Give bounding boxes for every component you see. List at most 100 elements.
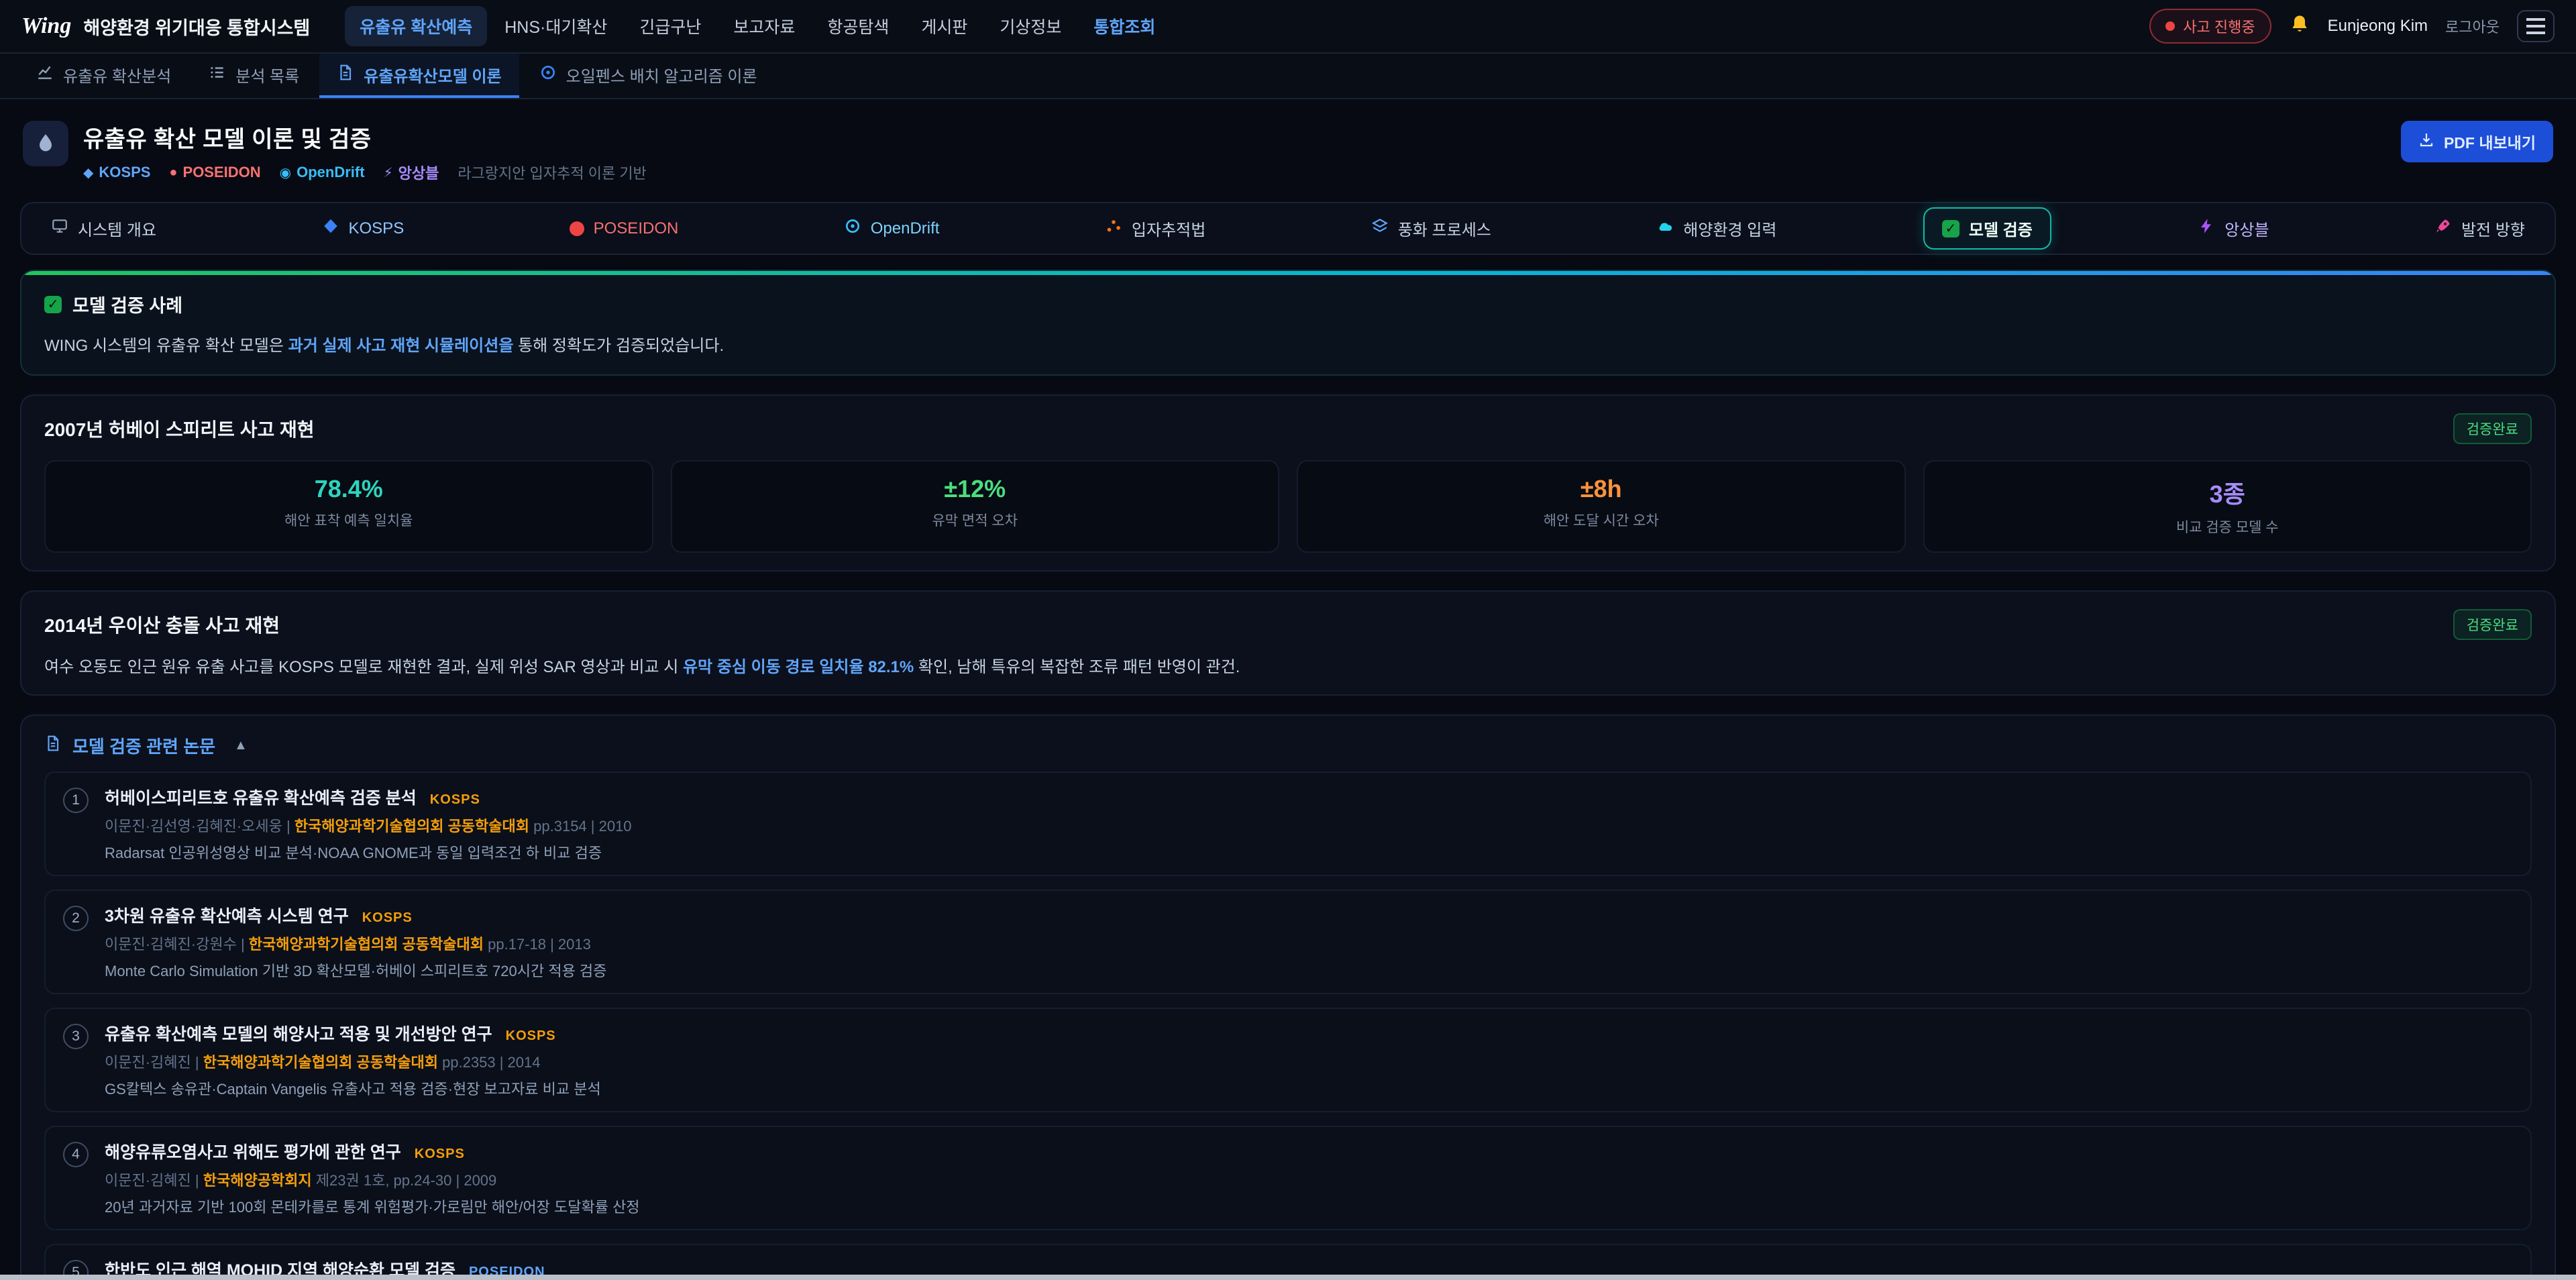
paper-row[interactable]: 4 해양유류오염사고 위해도 평가에 관한 연구KOSPS 이문진·김혜진 | …	[44, 1126, 2532, 1230]
paper-description: Radarsat 인공위성영상 비교 분석·NOAA GNOME과 동일 입력조…	[105, 841, 632, 863]
verified-badge: 검증완료	[2453, 609, 2532, 640]
nav-item-hns-dispersion[interactable]: HNS·대기확산	[490, 6, 622, 46]
collapse-icon[interactable]: ▲	[234, 738, 248, 753]
rocket-icon	[2434, 217, 2452, 239]
paper-journal: 한국해양과학기술협의회 공동학술대회	[249, 936, 484, 953]
bell-icon	[2289, 13, 2310, 40]
section-tab-ensemble[interactable]: 앙상블	[2179, 207, 2288, 250]
stats-grid: 78.4% 해안 표착 예측 일치율 ±12% 유막 면적 오차 ±8h 해안 …	[44, 460, 2532, 553]
stat-label: 해안 표착 예측 일치율	[56, 510, 641, 530]
stat-label: 유막 면적 오차	[683, 510, 1268, 530]
model-tag-ensemble: ⚡앙상블	[384, 162, 439, 183]
chart-icon	[36, 64, 54, 86]
file-icon	[44, 735, 62, 757]
app-window: Wing 해양환경 위기대응 통합시스템 유출유 확산예측 HNS·대기확산 긴…	[0, 0, 2576, 1280]
stat-area-error: ±12% 유막 면적 오차	[671, 460, 1280, 553]
model-tagline: ◆KOSPS ●POSEIDON ◉OpenDrift ⚡앙상블 라그랑지안 입…	[83, 162, 647, 183]
incident-status-badge[interactable]: 사고 진행중	[2149, 9, 2271, 44]
tab-analysis-list[interactable]: 분석 목록	[191, 54, 317, 98]
nav-item-board[interactable]: 게시판	[906, 6, 982, 46]
section-nav: 시스템 개요 KOSPS POSEIDON OpenDrift 입자추적법 풍화…	[20, 202, 2556, 255]
brand: Wing 해양환경 위기대응 통합시스템	[21, 13, 310, 40]
particles-icon	[1105, 217, 1122, 239]
droplet-icon	[23, 121, 68, 166]
section-tab-poseidon[interactable]: POSEIDON	[551, 210, 698, 248]
diamond-icon	[322, 217, 339, 239]
section-tab-ocean-input[interactable]: 해양환경 입력	[1638, 207, 1795, 250]
papers-title: 모델 검증 관련 논문	[72, 733, 215, 758]
paper-journal: 한국해양공학회지	[203, 1172, 312, 1189]
paper-title: 허베이스피리트호 유출유 확산예측 검증 분석	[105, 785, 417, 809]
logout-button[interactable]: 로그아웃	[2445, 15, 2500, 37]
case-title: 2014년 우이산 충돌 사고 재현	[44, 611, 280, 638]
stat-label: 비교 검증 모델 수	[1935, 517, 2520, 537]
page-header: 유출유 확산 모델 이론 및 검증 ◆KOSPS ●POSEIDON ◉Open…	[23, 121, 2553, 183]
paper-journal: 한국해양과학기술협의회 공동학술대회	[203, 1054, 438, 1071]
hebei-case-card: 2007년 허베이 스피리트 사고 재현 검증완료 78.4% 해안 표착 예측…	[20, 394, 2556, 572]
alert-dot-icon	[2165, 21, 2175, 31]
tab-model-theory[interactable]: 유출유확산모델 이론	[319, 54, 519, 98]
model-tag-poseidon: ●POSEIDON	[169, 164, 260, 181]
section-tab-weathering[interactable]: 풍화 프로세스	[1352, 207, 1510, 250]
paper-model-tag: KOSPS	[430, 792, 480, 808]
check-icon: ✓	[44, 296, 62, 313]
tab-spill-analysis[interactable]: 유출유 확산분석	[19, 54, 189, 98]
pdf-export-button[interactable]: PDF 내보내기	[2401, 121, 2553, 162]
paper-number: 2	[63, 906, 89, 931]
paper-row[interactable]: 2 3차원 유출유 확산예측 시스템 연구KOSPS 이문진·김혜진·강원수 |…	[44, 890, 2532, 994]
stat-label: 해안 도달 시간 오차	[1309, 510, 1894, 530]
paper-title: 3차원 유출유 확산예측 시스템 연구	[105, 903, 349, 927]
section-tab-particle-tracking[interactable]: 입자추적법	[1086, 207, 1224, 250]
section-tab-roadmap[interactable]: 발전 방향	[2416, 207, 2544, 250]
case-title: 2007년 허베이 스피리트 사고 재현	[44, 415, 315, 442]
paper-row[interactable]: 3 유출유 확산예측 모델의 해양사고 적용 및 개선방안 연구KOSPS 이문…	[44, 1008, 2532, 1112]
menu-button[interactable]	[2517, 10, 2555, 42]
verification-note-card: ✓ 모델 검증 사례 WING 시스템의 유출유 확산 모델은 과거 실제 사고…	[20, 270, 2556, 376]
highlight-text: 과거 실제 사고 재현 시뮬레이션을	[288, 337, 514, 355]
paper-row[interactable]: 1 허베이스피리트호 유출유 확산예측 검증 분석KOSPS 이문진·김선영·김…	[44, 771, 2532, 876]
incident-status-label: 사고 진행중	[2183, 15, 2255, 37]
section-tab-overview[interactable]: 시스템 개요	[32, 207, 175, 250]
user-name: Eunjeong Kim	[2328, 17, 2428, 36]
papers-header[interactable]: 모델 검증 관련 논문 ▲	[44, 733, 2532, 758]
stat-value: ±8h	[1309, 475, 1894, 503]
paper-description: Monte Carlo Simulation 기반 3D 확산모델·허베이 스피…	[105, 959, 606, 981]
verification-note-text: WING 시스템의 유출유 확산 모델은 과거 실제 사고 재현 시뮬레이션을 …	[44, 332, 2532, 356]
paper-title: 해양유류오염사고 위해도 평가에 관한 연구	[105, 1139, 401, 1163]
model-tag-kosps: ◆KOSPS	[83, 164, 150, 181]
stat-arrival-time-error: ±8h 해안 도달 시간 오차	[1297, 460, 1906, 553]
nav-item-integrated-search[interactable]: 통합조회	[1079, 6, 1170, 46]
wing-logo: Wing	[21, 13, 71, 39]
paper-citation: 이문진·김혜진·강원수 | 한국해양과학기술협의회 공동학술대회 pp.17-1…	[105, 932, 606, 954]
nav-item-spill-prediction[interactable]: 유출유 확산예측	[345, 6, 487, 46]
stat-landfall-accuracy: 78.4% 해안 표착 예측 일치율	[44, 460, 653, 553]
paper-citation: 이문진·김선영·김혜진·오세웅 | 한국해양과학기술협의회 공동학술대회 pp.…	[105, 814, 632, 836]
paper-citation: 이문진·김혜진 | 한국해양공학회지 제23권 1호, pp.24-30 | 2…	[105, 1169, 640, 1190]
paper-journal: 한국해양과학기술협의회 공동학술대회	[294, 818, 529, 835]
download-icon	[2418, 131, 2434, 152]
nav-item-aerial-search[interactable]: 항공탐색	[812, 6, 904, 46]
list-icon	[209, 64, 226, 86]
case-text: 여수 오동도 인근 원유 유출 사고를 KOSPS 모델로 재현한 결과, 실제…	[44, 653, 2532, 677]
section-tab-opendrift[interactable]: OpenDrift	[825, 208, 959, 249]
nav-item-emergency-rescue[interactable]: 긴급구난	[625, 6, 716, 46]
page-header-text: 유출유 확산 모델 이론 및 검증 ◆KOSPS ●POSEIDON ◉Open…	[83, 121, 647, 183]
page-subtitle: 라그랑지안 입자추적 이론 기반	[458, 162, 646, 183]
document-icon	[337, 64, 354, 86]
nav-item-reports[interactable]: 보고자료	[718, 6, 810, 46]
main-content: 유출유 확산 모델 이론 및 검증 ◆KOSPS ●POSEIDON ◉Open…	[0, 99, 2576, 1280]
section-tab-model-validation[interactable]: ✓ 모델 검증	[1923, 207, 2051, 250]
paper-citation: 이문진·김혜진 | 한국해양과학기술협의회 공동학술대회 pp.2353 | 2…	[105, 1051, 601, 1072]
paper-model-tag: KOSPS	[506, 1028, 556, 1044]
paper-description: 20년 과거자료 기반 100회 몬테카를로 통계 위험평가·가로림만 해안/어…	[105, 1195, 640, 1217]
stat-model-count: 3종 비교 검증 모델 수	[1923, 460, 2532, 553]
highlight-text: 유막 중심 이동 경로 일치율 82.1%	[683, 658, 914, 676]
main-menu: 유출유 확산예측 HNS·대기확산 긴급구난 보고자료 항공탐색 게시판 기상정…	[345, 6, 1170, 46]
notification-bell-button[interactable]	[2289, 13, 2310, 40]
ring-icon	[844, 217, 861, 239]
subtab-bar: 유출유 확산분석 분석 목록 유출유확산모델 이론 오일펜스 배치 알고리즘 이…	[0, 54, 2576, 99]
nav-item-weather-info[interactable]: 기상정보	[985, 6, 1076, 46]
red-dot-icon	[570, 221, 584, 236]
section-tab-kosps[interactable]: KOSPS	[303, 208, 423, 249]
tab-oilfence-theory[interactable]: 오일펜스 배치 알고리즘 이론	[522, 54, 775, 98]
